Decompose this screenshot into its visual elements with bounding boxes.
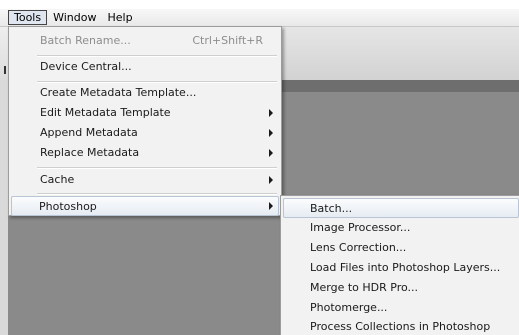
submenu-item-batch[interactable]: Batch...: [283, 198, 519, 218]
tools-dropdown-menu: Batch Rename... Ctrl+Shift+R Device Cent…: [8, 26, 282, 216]
submenu-arrow-icon: [269, 176, 273, 184]
menu-separator: [37, 167, 277, 169]
menu-item-label: Append Metadata: [40, 126, 138, 139]
content-pane: [8, 216, 280, 335]
menu-item-label: Image Processor...: [310, 221, 411, 234]
menu-item-cache[interactable]: Cache: [11, 170, 279, 190]
menu-item-batch-rename[interactable]: Batch Rename... Ctrl+Shift+R: [11, 31, 279, 51]
menu-tools[interactable]: Tools: [8, 10, 48, 25]
submenu-item-photomerge[interactable]: Photomerge...: [283, 298, 519, 318]
submenu-arrow-icon: [269, 109, 273, 117]
menu-item-label: Photomerge...: [310, 301, 388, 314]
menu-item-label: Process Collections in Photoshop: [310, 320, 491, 333]
menu-item-label: Merge to HDR Pro...: [310, 281, 419, 294]
menu-item-label: Create Metadata Template...: [40, 86, 197, 99]
submenu-item-merge-to-hdr-pro[interactable]: Merge to HDR Pro...: [283, 278, 519, 298]
menu-item-label: Cache: [40, 173, 75, 186]
menu-bar-top-edge: [0, 0, 519, 9]
menu-item-label: Device Central...: [40, 60, 132, 73]
submenu-item-lens-correction[interactable]: Lens Correction...: [283, 238, 519, 258]
submenu-arrow-icon: [269, 202, 273, 210]
menu-separator: [37, 193, 277, 195]
menu-item-label: Replace Metadata: [40, 146, 140, 159]
left-gutter: [0, 80, 8, 335]
toolbar-edge-mark: [4, 66, 6, 74]
submenu-item-process-collections[interactable]: Process Collections in Photoshop: [283, 317, 519, 335]
menu-window[interactable]: Window: [48, 10, 101, 25]
app-window: Tools Window Help Batch Rename... Ctrl+S…: [0, 0, 519, 335]
menu-item-edit-metadata-template[interactable]: Edit Metadata Template: [11, 103, 279, 123]
menu-item-replace-metadata[interactable]: Replace Metadata: [11, 143, 279, 163]
menu-item-append-metadata[interactable]: Append Metadata: [11, 123, 279, 143]
menu-item-label: Batch Rename...: [40, 34, 131, 47]
submenu-arrow-icon: [269, 149, 273, 157]
submenu-item-load-files-into-layers[interactable]: Load Files into Photoshop Layers...: [283, 258, 519, 278]
menu-item-create-metadata-template[interactable]: Create Metadata Template...: [11, 83, 279, 103]
menu-help[interactable]: Help: [102, 10, 137, 25]
menu-item-photoshop[interactable]: Photoshop: [11, 196, 279, 216]
menu-bar: Tools Window Help: [0, 0, 519, 27]
menu-item-device-central[interactable]: Device Central...: [11, 57, 279, 77]
menu-item-label: Lens Correction...: [310, 241, 407, 254]
menu-item-shortcut: Ctrl+Shift+R: [192, 34, 263, 47]
submenu-arrow-icon: [269, 129, 273, 137]
submenu-item-image-processor[interactable]: Image Processor...: [283, 218, 519, 238]
menu-item-label: Load Files into Photoshop Layers...: [310, 261, 501, 274]
menu-item-label: Photoshop: [39, 200, 97, 213]
toolbar-right-panel: [282, 26, 519, 80]
menu-item-label: Edit Metadata Template: [40, 106, 171, 119]
photoshop-submenu: Batch... Image Processor... Lens Correct…: [280, 195, 519, 335]
menu-item-label: Batch...: [310, 202, 353, 215]
